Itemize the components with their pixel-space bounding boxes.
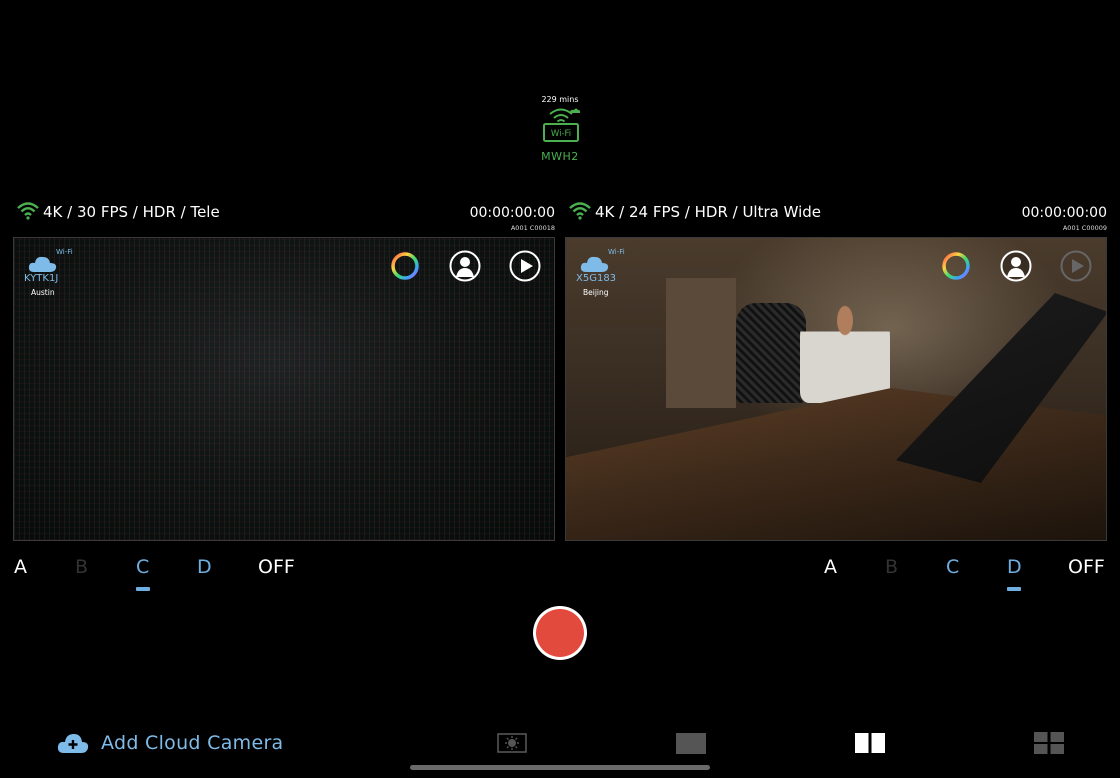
face-tracking-icon[interactable] (449, 250, 481, 282)
camera-1-preview[interactable]: Wi-Fi KYTK1J Austin (13, 237, 555, 541)
face-tracking-icon[interactable] (1000, 250, 1032, 282)
cloud-icon (580, 256, 609, 272)
wifi-signal-icon (569, 202, 591, 220)
camera-location: Austin (31, 288, 55, 297)
camera-location: Beijing (583, 288, 609, 297)
play-icon[interactable] (509, 250, 541, 282)
record-button[interactable] (533, 606, 587, 660)
slot-tab-off[interactable]: OFF (258, 556, 295, 578)
cloud-wifi-label: Wi-Fi (608, 248, 625, 256)
camera-2-preview[interactable]: Wi-Fi X5G183 Beijing (565, 237, 1107, 541)
camera-spec: 4K / 30 FPS / HDR / Tele (43, 203, 220, 221)
single-view-icon[interactable] (675, 731, 707, 755)
slot-tab-d[interactable]: D (197, 556, 212, 578)
color-wheel-icon[interactable] (940, 250, 972, 282)
timecode: 00:00:00:00 (1021, 205, 1107, 221)
battery-minutes: 229 mins (541, 95, 579, 104)
camera-2-slot-tabs: A B C D OFF (824, 556, 1114, 596)
grid-view-icon[interactable] (1033, 731, 1065, 755)
exposure-view-icon[interactable] (496, 731, 528, 755)
slot-tab-a[interactable]: A (14, 556, 27, 578)
cloud-badge: Wi-Fi KYTK1J Austin (24, 248, 84, 298)
slot-tab-c[interactable]: C (946, 556, 959, 578)
camera-spec: 4K / 24 FPS / HDR / Ultra Wide (595, 203, 822, 221)
clip-name: A001 C00018 (510, 224, 555, 232)
hotspot-wifi-icon: Wi-Fi (543, 108, 580, 142)
clip-name: A001 C00009 (1062, 224, 1107, 232)
slot-tab-b[interactable]: B (75, 556, 88, 578)
slot-tab-c[interactable]: C (136, 556, 150, 591)
scene-person (800, 293, 890, 403)
cloud-camera-id: X5G183 (576, 273, 617, 284)
hotspot-ssid: MWH2 (541, 150, 579, 163)
color-wheel-icon[interactable] (389, 250, 421, 282)
camera-1-header: 4K / 30 FPS / HDR / Tele 00:00:00:00 A00… (17, 200, 555, 232)
home-indicator[interactable] (410, 765, 710, 770)
selected-indicator (1007, 587, 1021, 591)
slot-tab-label: C (136, 556, 150, 578)
slot-tab-off[interactable]: OFF (1068, 556, 1105, 578)
play-icon[interactable] (1060, 250, 1092, 282)
slot-tab-b[interactable]: B (885, 556, 898, 578)
record-dot (536, 609, 584, 657)
slot-tab-d[interactable]: D (1007, 556, 1022, 591)
scene-chair (736, 303, 806, 403)
timecode: 00:00:00:00 (469, 205, 555, 221)
camera-2-header: 4K / 24 FPS / HDR / Ultra Wide 00:00:00:… (569, 200, 1107, 232)
camera-1-slot-tabs: A B C D OFF (14, 556, 314, 596)
add-cloud-camera-label: Add Cloud Camera (101, 732, 284, 754)
slot-tab-a[interactable]: A (824, 556, 837, 578)
wifi-signal-icon (17, 202, 39, 220)
cloud-add-icon (57, 734, 89, 753)
cloud-icon (28, 256, 57, 272)
cloud-camera-id: KYTK1J (24, 273, 59, 284)
scene-wall (666, 278, 736, 408)
slot-tab-label: D (1007, 556, 1022, 578)
selected-indicator (136, 587, 150, 591)
hotspot-wifi-label: Wi-Fi (551, 129, 571, 139)
split-view-icon[interactable] (854, 731, 886, 755)
hotspot-status[interactable]: 229 mins Wi-Fi MWH2 (520, 94, 600, 166)
cloud-badge: Wi-Fi X5G183 Beijing (576, 248, 636, 298)
cloud-wifi-label: Wi-Fi (56, 248, 73, 256)
